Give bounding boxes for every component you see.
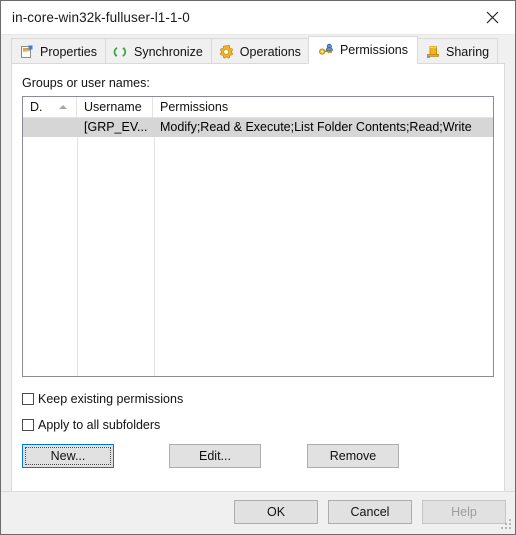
operations-gear-icon	[218, 43, 235, 60]
column-divider-1	[77, 97, 78, 376]
tab-sharing[interactable]: Sharing	[417, 38, 499, 64]
cell-username: [GRP_EV...	[84, 120, 148, 134]
action-button-row: New... Edit... Remove	[22, 444, 494, 468]
checkbox-keep-existing-permissions[interactable]: Keep existing permissions	[22, 389, 494, 408]
permissions-dialog-window: in-core-win32k-fulluser-l1-1-0 Propertie…	[0, 0, 516, 535]
column-header-permissions-label: Permissions	[160, 100, 229, 114]
sharing-hand-icon	[424, 43, 441, 60]
ok-button-label: OK	[266, 505, 286, 519]
table-row[interactable]: [GRP_EV... Modify;Read & Execute;List Fo…	[23, 118, 493, 137]
cell-permissions: Modify;Read & Execute;List Folder Conten…	[160, 120, 472, 134]
column-header-domain-label: D.	[30, 100, 43, 114]
tab-sharing-label: Sharing	[446, 44, 490, 59]
sort-ascending-icon	[59, 105, 67, 109]
properties-icon	[18, 43, 35, 60]
checkbox-box-icon[interactable]	[22, 392, 34, 405]
tab-properties[interactable]: Properties	[11, 38, 105, 64]
groups-or-user-names-label: Groups or user names:	[22, 76, 150, 90]
list-header-row: D. Username Permissions	[23, 97, 493, 118]
tab-operations[interactable]: Operations	[210, 38, 309, 64]
checkbox-apply-to-all-subfolders[interactable]: Apply to all subfolders	[22, 415, 494, 434]
tab-synchronize-label: Synchronize	[133, 44, 203, 59]
help-button: Help	[422, 500, 506, 524]
column-divider-2	[154, 97, 155, 376]
tab-permissions[interactable]: Permissions	[307, 36, 419, 64]
new-button-label: New...	[50, 449, 86, 463]
help-button-label: Help	[451, 505, 477, 519]
permissions-key-icon	[318, 42, 335, 59]
tab-synchronize[interactable]: Synchronize	[104, 38, 211, 64]
column-header-username[interactable]: Username	[77, 97, 153, 117]
resize-grip[interactable]	[499, 519, 512, 532]
ok-button[interactable]: OK	[234, 500, 318, 524]
synchronize-icon	[112, 43, 129, 60]
new-button[interactable]: New...	[22, 444, 114, 468]
column-header-permissions[interactable]: Permissions	[153, 97, 493, 117]
checkbox-apply-to-all-subfolders-label: Apply to all subfolders	[38, 417, 161, 432]
cancel-button-label: Cancel	[350, 505, 390, 519]
close-icon[interactable]	[470, 1, 515, 33]
tab-strip: Properties Synchronize Operations Permis…	[1, 35, 515, 64]
window-title: in-core-win32k-fulluser-l1-1-0	[12, 10, 190, 25]
options-group: Keep existing permissions Apply to all s…	[22, 389, 494, 434]
checkbox-box-icon[interactable]	[22, 418, 34, 431]
permissions-panel: Groups or user names: D. Username Permis…	[11, 64, 505, 491]
column-header-username-label: Username	[84, 100, 142, 114]
tab-permissions-label: Permissions	[339, 43, 409, 57]
remove-button[interactable]: Remove	[307, 444, 399, 468]
dialog-footer: OK Cancel Help	[1, 491, 515, 534]
tab-operations-label: Operations	[239, 44, 301, 59]
checkbox-keep-existing-permissions-label: Keep existing permissions	[38, 391, 184, 406]
column-header-domain[interactable]: D.	[23, 97, 77, 117]
permissions-list[interactable]: D. Username Permissions [GRP_EV... Modif…	[22, 96, 494, 377]
edit-button[interactable]: Edit...	[169, 444, 261, 468]
remove-button-label: Remove	[329, 449, 377, 463]
title-bar: in-core-win32k-fulluser-l1-1-0	[1, 1, 515, 35]
tab-properties-label: Properties	[40, 44, 97, 59]
edit-button-label: Edit...	[199, 449, 231, 463]
cancel-button[interactable]: Cancel	[328, 500, 412, 524]
